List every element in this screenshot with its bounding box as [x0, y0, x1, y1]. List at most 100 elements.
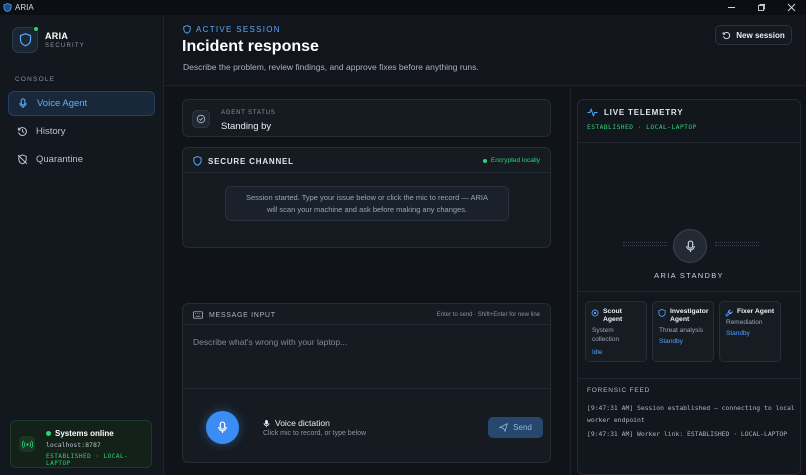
- status-clock-icon: [192, 110, 210, 128]
- maximize-button[interactable]: [746, 0, 776, 15]
- sidebar-item-voice-agent[interactable]: Voice Agent: [8, 91, 155, 116]
- telemetry-pane: LIVE TELEMETRY ESTABLISHED · LOCAL-LAPTO…: [570, 87, 806, 475]
- agent-status-card: AGENT STATUS Standing by: [182, 99, 551, 137]
- agent-name: Fixer Agent: [737, 308, 775, 315]
- agent-role: Threat analysis: [659, 327, 704, 334]
- mic-icon: [263, 419, 270, 428]
- divider: [578, 142, 800, 143]
- divider: [183, 172, 550, 173]
- voice-dictation-subtitle: Click mic to record, or type below: [263, 430, 367, 437]
- console-section-label: CONSOLE: [15, 76, 56, 83]
- activity-icon: [587, 108, 598, 117]
- agent-role: Remediation: [726, 319, 763, 326]
- brand: ARIA SECURITY: [12, 26, 85, 53]
- send-label: Send: [513, 423, 532, 432]
- agent-name: Investigator: [670, 308, 709, 315]
- agent-role: System: [592, 327, 614, 334]
- system-status-card: Systems online localhost:8787 ESTABLISHE…: [10, 420, 152, 468]
- divider: [578, 378, 800, 379]
- fixer-icon: [725, 309, 733, 317]
- agent-name: Scout: [603, 308, 622, 315]
- mic-icon: [218, 421, 227, 434]
- divider: [183, 388, 550, 389]
- feed-line: [9:47:31 AM] Session established — conne…: [587, 404, 795, 424]
- new-session-label: New session: [736, 30, 785, 40]
- sidebar-item-label: History: [36, 126, 66, 137]
- telemetry-connection: ESTABLISHED · LOCAL-LAPTOP: [587, 124, 697, 131]
- aria-orb: [673, 229, 707, 263]
- investigator-icon: [658, 309, 666, 317]
- status-title: Systems online: [55, 429, 114, 438]
- agent-status: Standby: [659, 338, 683, 345]
- page-title: Incident response: [182, 38, 319, 55]
- sidebar: ARIA SECURITY CONSOLE Voice Agent Histor…: [0, 15, 164, 475]
- secure-channel-title: SECURE CHANNEL: [208, 156, 294, 166]
- brand-subtitle: SECURITY: [45, 43, 85, 49]
- status-host: localhost:8787: [46, 441, 101, 449]
- agent-card-fixer: Fixer Agent Remediation Standby: [719, 301, 781, 362]
- online-dot: [46, 431, 51, 436]
- agent-name: Agent: [670, 316, 690, 323]
- sidebar-item-history[interactable]: History: [8, 119, 155, 144]
- sidebar-item-label: Voice Agent: [37, 98, 88, 109]
- system-message-line: Session started. Type your issue below o…: [245, 193, 489, 202]
- feed-line: [9:47:31 AM] Worker link: ESTABLISHED · …: [587, 430, 788, 438]
- agent-name: Agent: [603, 316, 623, 323]
- telemetry-title: LIVE TELEMETRY: [604, 108, 684, 117]
- message-composer: MESSAGE INPUT Enter to send · Shift+Ente…: [182, 303, 551, 463]
- session-kicker: ACTIVE SESSION: [183, 25, 281, 34]
- aria-standby-label: ARIA STANDBY: [654, 271, 724, 280]
- sidebar-item-label: Quarantine: [36, 154, 84, 165]
- status-connection: ESTABLISHED · LOCAL-LAPTOP: [46, 453, 129, 467]
- online-dot: [33, 26, 39, 32]
- message-textarea[interactable]: Describe what's wrong with your laptop..…: [193, 337, 533, 347]
- shield-icon: [183, 25, 191, 34]
- forensic-feed-title: FORENSIC FEED: [587, 387, 651, 394]
- keyboard-hint: Enter to send · Shift+Enter for new line: [436, 312, 540, 318]
- kicker-text: ACTIVE SESSION: [196, 25, 281, 34]
- agent-role: collection: [592, 336, 620, 343]
- conversation-pane: AGENT STATUS Standing by SECURE CHANNEL …: [164, 87, 569, 475]
- brand-shield-icon: [12, 26, 39, 53]
- waveform-right: [715, 242, 759, 246]
- scout-icon: [591, 309, 599, 317]
- system-message: Session started. Type your issue below o…: [225, 186, 509, 221]
- new-session-button[interactable]: New session: [715, 25, 792, 45]
- main-content: ACTIVE SESSION Incident response Describ…: [164, 15, 806, 475]
- message-input-title: MESSAGE INPUT: [209, 311, 276, 319]
- waveform-left: [623, 242, 667, 246]
- agent-status-label: AGENT STATUS: [221, 110, 276, 116]
- refresh-icon: [722, 31, 731, 40]
- secure-channel-card: SECURE CHANNEL Encrypted locally Session…: [182, 147, 551, 248]
- shield-off-icon: [16, 154, 28, 166]
- keyboard-icon: [193, 311, 203, 319]
- window-titlebar: ARIA: [0, 0, 806, 15]
- forensic-feed: [9:47:31 AM] Session established — conne…: [587, 403, 795, 444]
- agent-card-scout: Scout Agent System collection Idle: [585, 301, 647, 362]
- live-telemetry-panel: LIVE TELEMETRY ESTABLISHED · LOCAL-LAPTO…: [577, 99, 801, 475]
- page-subtitle: Describe the problem, review findings, a…: [183, 62, 479, 72]
- minimize-button[interactable]: [716, 0, 746, 15]
- window-title: ARIA: [15, 3, 34, 12]
- send-icon: [499, 423, 509, 432]
- brand-name: ARIA: [45, 31, 69, 41]
- divider: [578, 291, 800, 292]
- shield-icon: [193, 156, 202, 166]
- record-mic-button[interactable]: [206, 411, 239, 444]
- page-header: ACTIVE SESSION Incident response Describ…: [164, 15, 806, 86]
- sidebar-item-quarantine[interactable]: Quarantine: [8, 147, 155, 172]
- encrypted-badge: Encrypted locally: [482, 157, 540, 164]
- history-icon: [16, 126, 28, 138]
- mic-icon: [17, 98, 29, 110]
- agent-status: Idle: [592, 349, 603, 356]
- close-button[interactable]: [776, 0, 806, 15]
- send-button[interactable]: Send: [488, 417, 543, 438]
- divider: [183, 324, 550, 325]
- encrypted-dot: [482, 158, 487, 163]
- agent-status-value: Standing by: [221, 121, 272, 132]
- agent-card-investigator: Investigator Agent Threat analysis Standb…: [652, 301, 714, 362]
- app-logo-icon: [3, 3, 12, 12]
- agent-status: Standby: [726, 330, 750, 337]
- system-message-line: will scan your machine and ask before ma…: [266, 205, 468, 214]
- broadcast-icon: [19, 436, 35, 452]
